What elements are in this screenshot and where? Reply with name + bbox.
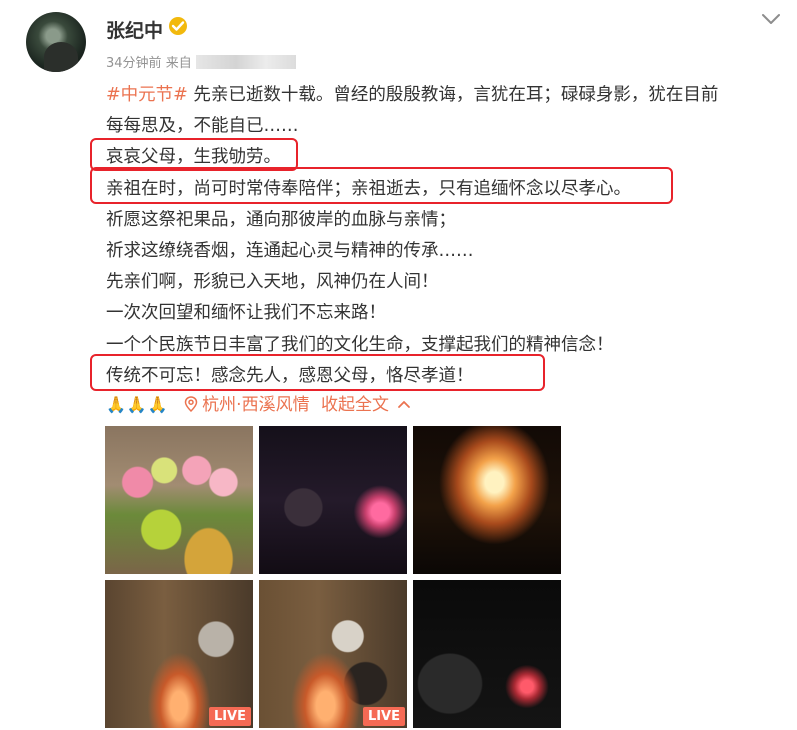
chevron-up-icon [398, 401, 410, 408]
live-badge: LIVE [208, 707, 251, 726]
location-pin-icon [184, 396, 198, 412]
post-line-text: 先亲已逝数十载。曾经的殷殷教诲，言犹在耳；碌碌身影，犹在目前 [187, 85, 719, 105]
post-line: 先亲们啊，形貌已入天地，风神仍在人间！ [106, 272, 439, 293]
collapse-label: 收起全文 [320, 395, 389, 415]
highlight-box [90, 167, 673, 204]
avatar[interactable] [26, 12, 86, 72]
verified-badge-icon [169, 17, 187, 35]
post-line: 一次次回望和缅怀让我们不忘来路！ [106, 303, 386, 324]
post-image[interactable] [259, 426, 407, 574]
post-image[interactable] [413, 426, 561, 574]
post-line: 祈愿这祭祀果品，通向那彼岸的血脉与亲情； [106, 209, 456, 230]
chevron-down-icon[interactable] [760, 12, 782, 26]
post-image[interactable]: LIVE [259, 580, 407, 728]
post-text: #中元节# 先亲已逝数十载。曾经的殷殷教诲，言犹在耳；碌碌身影，犹在目前 每每思… [106, 80, 776, 392]
source-prefix: 来自 [165, 56, 192, 71]
post-image[interactable]: LIVE [105, 580, 253, 728]
location-link[interactable]: 杭州·西溪风情 [184, 395, 310, 415]
live-badge: LIVE [362, 707, 405, 726]
post-line: #中元节# 先亲已逝数十载。曾经的殷殷教诲，言犹在耳；碌碌身影，犹在目前 [106, 80, 776, 111]
highlight-box [90, 354, 545, 391]
post-meta: 34分钟前 来自 [106, 52, 296, 71]
collapse-button[interactable]: 收起全文 [321, 395, 411, 415]
source-redacted [195, 55, 296, 69]
post-time[interactable]: 34分钟前 [106, 56, 162, 71]
username[interactable]: 张纪中 [106, 16, 163, 43]
post-image[interactable] [105, 426, 253, 574]
pray-emoji: 🙏🙏🙏 [106, 395, 169, 414]
post-actions: 🙏🙏🙏 杭州·西溪风情 收起全文 [106, 390, 411, 416]
hashtag-link[interactable]: #中元节# [106, 85, 188, 105]
location-label: 杭州·西溪风情 [202, 395, 310, 415]
post-line: 祈求这缭绕香烟，连通起心灵与精神的传承…… [106, 240, 474, 261]
post-image[interactable] [413, 580, 561, 728]
